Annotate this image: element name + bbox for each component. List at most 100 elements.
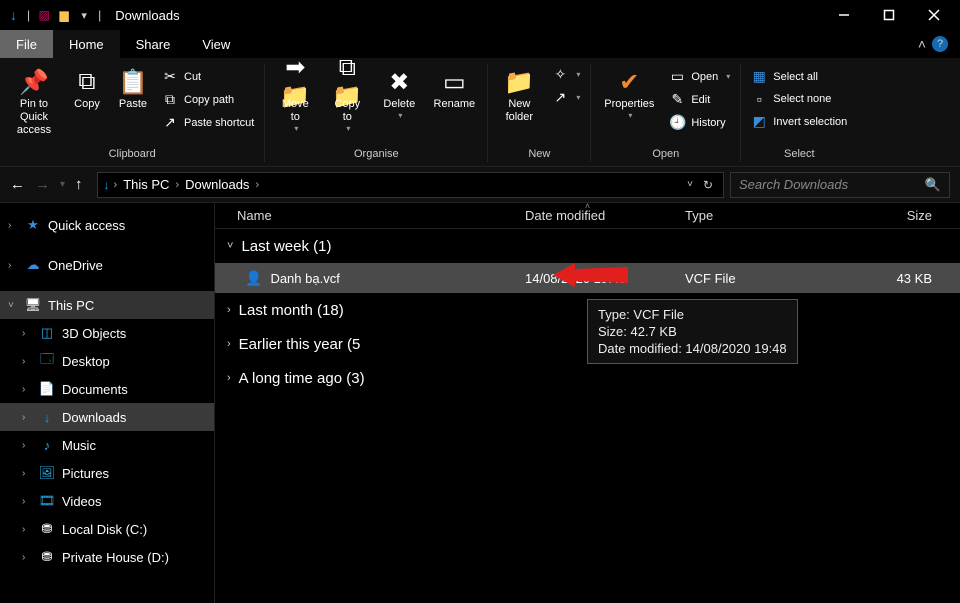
- move-to-button[interactable]: ➡📁 Move to ▾: [271, 64, 319, 137]
- properties-button[interactable]: ✔ Properties ▾: [597, 64, 661, 124]
- path-dropdown-icon[interactable]: ˅: [687, 179, 693, 190]
- search-icon: 🔍: [925, 177, 941, 193]
- ribbon-group-new: 📁 New folder ✧▾ ↗▾ New: [488, 64, 591, 162]
- column-size[interactable]: Size: [825, 208, 960, 223]
- nav-up-button[interactable]: ↑: [75, 176, 83, 193]
- pin-quick-access-button[interactable]: 📌 Pin to Quick access: [6, 64, 62, 141]
- invert-selection-button[interactable]: ◩Invert selection: [747, 111, 851, 132]
- select-none-button[interactable]: ▫Select none: [747, 89, 851, 109]
- chevron-right-icon: ›: [8, 260, 18, 271]
- copy-path-icon: ⧉: [162, 91, 178, 108]
- minimize-button[interactable]: [821, 0, 866, 30]
- open-button[interactable]: ▭Open▾: [665, 66, 734, 87]
- edit-button[interactable]: ✎Edit: [665, 89, 734, 110]
- downloads-icon: ↓: [38, 410, 56, 425]
- chevron-down-icon: ▾: [398, 111, 402, 120]
- path-separator: ›: [112, 179, 120, 191]
- sort-indicator-icon: ˄: [585, 201, 590, 211]
- tab-file[interactable]: File: [0, 30, 53, 58]
- ribbon-group-select: ▦Select all ▫Select none ◩Invert selecti…: [741, 64, 857, 162]
- maximize-button[interactable]: [866, 0, 911, 30]
- tree-documents[interactable]: ›📄Documents: [0, 375, 214, 403]
- tree-this-pc[interactable]: ˅🖥This PC: [0, 291, 214, 319]
- copy-to-button[interactable]: ⧉📁 Copy to ▾: [323, 64, 371, 137]
- new-item-button[interactable]: ✧▾: [548, 64, 584, 85]
- tree-desktop[interactable]: ›🗔Desktop: [0, 347, 214, 375]
- documents-icon: 📄: [38, 381, 56, 397]
- paste-icon: 📋: [118, 68, 148, 96]
- tab-home[interactable]: Home: [53, 30, 120, 58]
- chevron-down-icon: ▾: [346, 124, 350, 133]
- file-row[interactable]: 👤Danh bạ.vcf 14/08/2020 19:48 VCF File 4…: [215, 263, 960, 293]
- tree-private-house[interactable]: ›⛃Private House (D:): [0, 543, 214, 571]
- column-header[interactable]: ˄ Name Date modified Type Size: [215, 203, 960, 229]
- path-box[interactable]: ↓ › This PC › Downloads › ˅ ↻: [97, 172, 724, 198]
- new-folder-button[interactable]: 📁 New folder: [494, 64, 544, 128]
- chevron-right-icon: ›: [22, 496, 32, 507]
- search-input[interactable]: Search Downloads 🔍: [730, 172, 950, 198]
- refresh-icon[interactable]: ↻: [703, 178, 713, 192]
- tab-view[interactable]: View: [186, 30, 246, 58]
- desktop-icon: 🗔: [38, 350, 56, 372]
- copy-button[interactable]: ⧉ Copy: [66, 64, 108, 115]
- select-all-button[interactable]: ▦Select all: [747, 66, 851, 87]
- path-separator: ›: [173, 179, 181, 191]
- rename-button[interactable]: ▭ Rename: [427, 64, 481, 115]
- ribbon-group-organise: ➡📁 Move to ▾ ⧉📁 Copy to ▾ ✖ Delete ▾ ▭ R…: [265, 64, 488, 162]
- paste-shortcut-button[interactable]: ↗Paste shortcut: [158, 112, 258, 133]
- chevron-down-icon: ˅: [227, 240, 233, 252]
- cloud-icon: ☁: [24, 257, 42, 273]
- cube-icon: ◫: [38, 325, 56, 341]
- paste-button[interactable]: 📋 Paste: [112, 64, 154, 115]
- ribbon-collapse-icon[interactable]: ˄: [918, 36, 926, 52]
- close-button[interactable]: [911, 0, 956, 30]
- history-button[interactable]: 🕘History: [665, 112, 734, 133]
- chevron-down-icon: ▾: [628, 111, 632, 120]
- chevron-right-icon: ›: [22, 328, 32, 339]
- contact-icon: 👤: [245, 270, 262, 287]
- address-bar: ← → ▾ ↑ ↓ › This PC › Downloads › ˅ ↻ Se…: [0, 167, 960, 203]
- nav-recent-dropdown[interactable]: ▾: [60, 179, 65, 190]
- cut-button[interactable]: ✂Cut: [158, 66, 258, 87]
- tab-share[interactable]: Share: [120, 30, 187, 58]
- select-none-icon: ▫: [751, 91, 767, 107]
- column-type[interactable]: Type: [685, 208, 825, 223]
- tree-videos[interactable]: ›🎞Videos: [0, 487, 214, 515]
- checkmark-icon: ✔: [619, 68, 639, 96]
- rename-icon: ▭: [443, 68, 466, 96]
- file-name: Danh bạ.vcf: [270, 271, 339, 286]
- column-name[interactable]: Name: [215, 208, 525, 223]
- help-icon[interactable]: ?: [932, 36, 948, 52]
- edit-icon: ✎: [669, 91, 685, 108]
- tree-onedrive[interactable]: ›☁OneDrive: [0, 251, 214, 279]
- tree-quick-access[interactable]: ›★Quick access: [0, 211, 214, 239]
- delete-button[interactable]: ✖ Delete ▾: [375, 64, 423, 124]
- group-last-week[interactable]: ˅Last week (1): [215, 229, 960, 263]
- qat-dropdown-icon[interactable]: ▾: [77, 8, 91, 22]
- copy-path-button[interactable]: ⧉Copy path: [158, 89, 258, 110]
- tree-music[interactable]: ›♪Music: [0, 431, 214, 459]
- group-long-ago[interactable]: ›A long time ago (3): [215, 361, 960, 395]
- path-seg-downloads[interactable]: Downloads: [181, 177, 253, 192]
- tree-pictures[interactable]: ›🖼Pictures: [0, 459, 214, 487]
- tree-downloads[interactable]: ›↓Downloads: [0, 403, 214, 431]
- path-seg-this-pc[interactable]: This PC: [119, 177, 173, 192]
- qat-folder-icon[interactable]: ▆: [57, 8, 71, 22]
- monitor-icon: 🖥: [24, 297, 42, 313]
- nav-back-button[interactable]: ←: [10, 176, 25, 193]
- ribbon: 📌 Pin to Quick access ⧉ Copy 📋 Paste ✂Cu…: [0, 58, 960, 167]
- invert-icon: ◩: [751, 113, 767, 130]
- title-separator-2: |: [98, 8, 101, 22]
- nav-tree: ›★Quick access ›☁OneDrive ˅🖥This PC ›◫3D…: [0, 203, 215, 603]
- chevron-right-icon: ›: [22, 524, 32, 535]
- chevron-right-icon: ›: [227, 304, 231, 316]
- qat-properties-icon[interactable]: ▨: [37, 8, 51, 22]
- column-date[interactable]: Date modified: [525, 208, 685, 223]
- tree-local-disk[interactable]: ›⛃Local Disk (C:): [0, 515, 214, 543]
- easy-access-button[interactable]: ↗▾: [548, 87, 584, 108]
- chevron-right-icon: ›: [22, 356, 32, 367]
- window-title: Downloads: [115, 8, 179, 23]
- chevron-down-icon: ▾: [294, 124, 298, 133]
- nav-forward-button[interactable]: →: [35, 176, 50, 193]
- tree-3d-objects[interactable]: ›◫3D Objects: [0, 319, 214, 347]
